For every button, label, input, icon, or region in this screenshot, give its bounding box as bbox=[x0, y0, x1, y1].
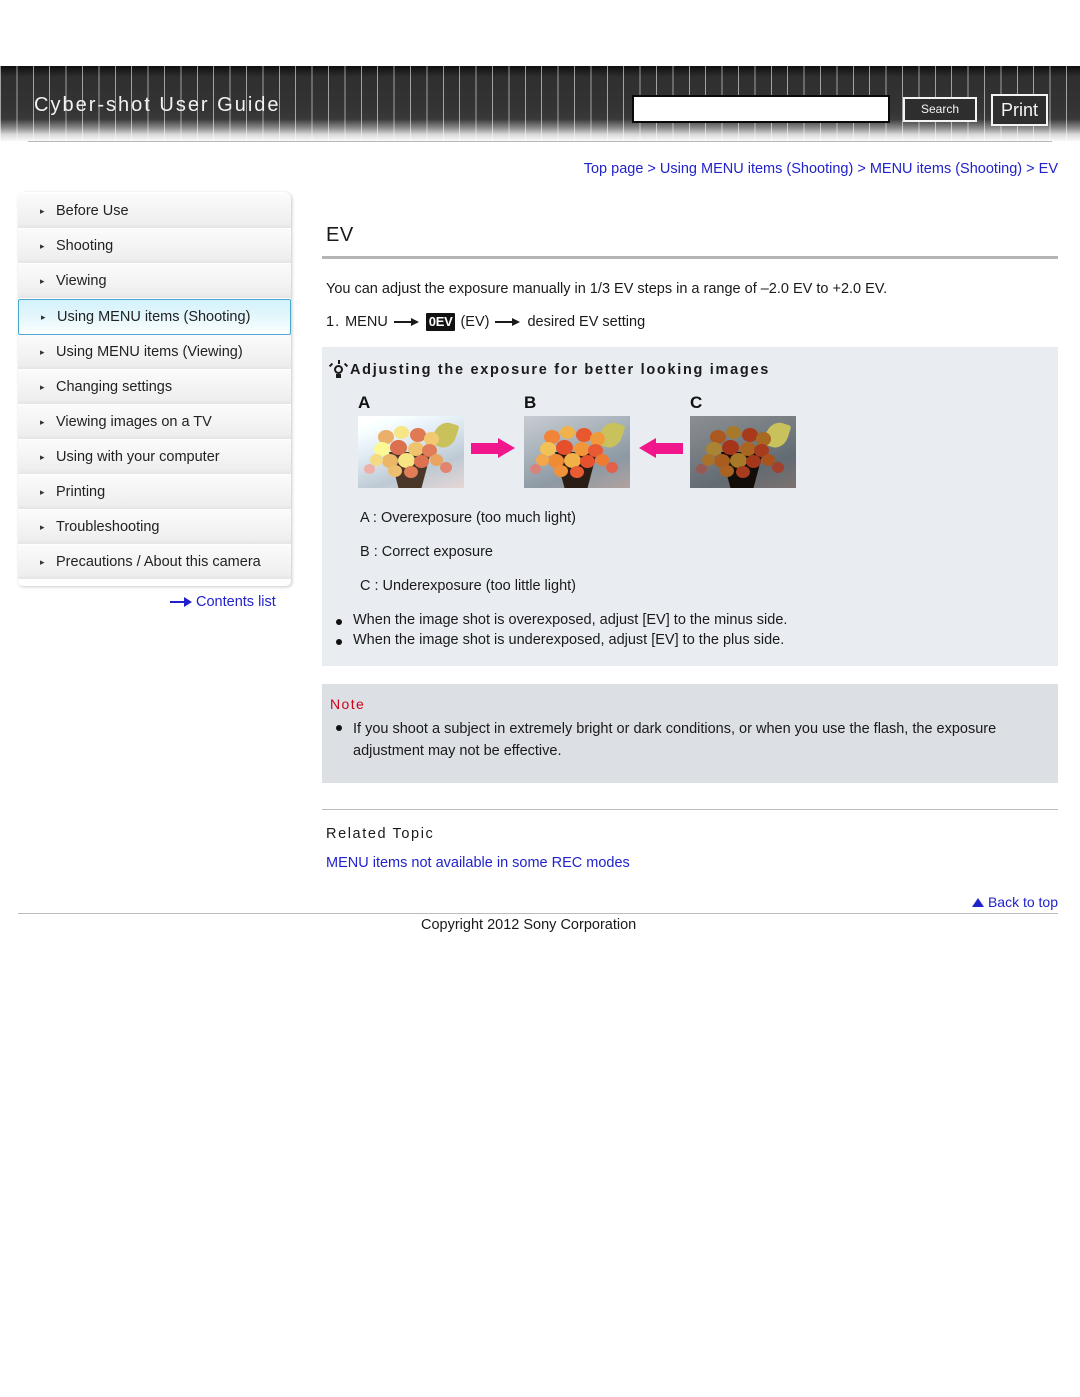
sidebar-item-label: Viewing bbox=[56, 273, 107, 289]
exposure-legend: A : Overexposure (too much light) B : Cor… bbox=[360, 510, 1058, 594]
caret-right-icon: ▸ bbox=[40, 275, 45, 286]
page-title: EV bbox=[326, 224, 354, 246]
sidebar-item-label: Using with your computer bbox=[56, 449, 220, 465]
step-menu-label: MENU bbox=[345, 314, 388, 330]
tip-bullet-text: When the image shot is overexposed, adju… bbox=[353, 612, 788, 628]
sidebar-item-label: Precautions / About this camera bbox=[56, 554, 261, 570]
arrow-right-icon bbox=[495, 316, 521, 328]
search-button[interactable]: Search bbox=[903, 97, 977, 122]
caret-right-icon: ▸ bbox=[40, 416, 45, 427]
photo-letter-label: C bbox=[690, 393, 703, 412]
main-content: EV You can adjust the exposure manually … bbox=[322, 224, 1058, 910]
footer-divider bbox=[18, 913, 1058, 914]
back-to-top-link[interactable]: Back to top bbox=[971, 894, 1058, 910]
sidebar-item-label: Using MENU items (Shooting) bbox=[57, 309, 251, 325]
tip-heading: Adjusting the exposure for better lookin… bbox=[328, 360, 1058, 379]
caret-right-icon: ▸ bbox=[40, 486, 45, 497]
caret-right-icon: ▸ bbox=[40, 556, 45, 567]
sidebar-item-before-use[interactable]: ▸ Before Use bbox=[18, 194, 291, 229]
search-input[interactable] bbox=[632, 95, 890, 123]
arrow-right-icon bbox=[170, 597, 192, 607]
caret-right-icon: ▸ bbox=[40, 381, 45, 392]
contents-list-label: Contents list bbox=[196, 594, 276, 610]
step-number: 1. bbox=[326, 314, 341, 330]
exposure-photo-a: A bbox=[358, 393, 464, 488]
ev-icon: 0EV bbox=[425, 313, 456, 331]
sidebar-item-label: Troubleshooting bbox=[56, 519, 160, 535]
sidebar-item-viewing[interactable]: ▸ Viewing bbox=[18, 264, 291, 299]
triangle-up-icon bbox=[971, 897, 984, 907]
bullet-dot-icon bbox=[336, 725, 342, 731]
exposure-photo-b: B bbox=[524, 393, 630, 488]
related-topic-title: Related Topic bbox=[326, 825, 435, 842]
site-title: Cyber-shot User Guide bbox=[34, 94, 281, 116]
step-line: 1. MENU 0EV (EV) desired EV setting bbox=[326, 313, 1058, 331]
caret-right-icon: ▸ bbox=[40, 240, 45, 251]
title-divider bbox=[322, 256, 1058, 259]
sidebar-item-label: Shooting bbox=[56, 238, 114, 254]
breadcrumb[interactable]: Top page > Using MENU items (Shooting) >… bbox=[0, 161, 1058, 177]
sidebar-item-shooting[interactable]: ▸ Shooting bbox=[18, 229, 291, 264]
sidebar-item-troubleshooting[interactable]: ▸ Troubleshooting bbox=[18, 510, 291, 545]
tip-heading-label: Adjusting the exposure for better lookin… bbox=[350, 362, 770, 378]
sidebar-item-precautions-about-this-camera[interactable]: ▸ Precautions / About this camera bbox=[18, 545, 291, 580]
caret-right-icon: ▸ bbox=[40, 451, 45, 462]
sidebar-item-label: Viewing images on a TV bbox=[56, 414, 212, 430]
flower-photo-image bbox=[524, 416, 630, 488]
flower-photo-image bbox=[690, 416, 796, 488]
step-setting-label: desired EV setting bbox=[527, 314, 646, 330]
sidebar-item-printing[interactable]: ▸ Printing bbox=[18, 475, 291, 510]
arrow-right-icon bbox=[393, 316, 420, 328]
arrow-right-pink-icon bbox=[471, 437, 517, 458]
note-bullet-text: If you shoot a subject in extremely brig… bbox=[353, 721, 997, 760]
print-button[interactable]: Print bbox=[991, 94, 1048, 126]
tip-bullet-text: When the image shot is underexposed, adj… bbox=[353, 632, 785, 648]
sidebar-item-changing-settings[interactable]: ▸ Changing settings bbox=[18, 370, 291, 405]
contents-list-link[interactable]: Contents list bbox=[170, 594, 276, 610]
sidebar-nav: ▸ Before Use ▸ Shooting ▸ Viewing ▸ Using MENU … bbox=[18, 192, 291, 586]
lightbulb-icon bbox=[328, 360, 349, 379]
exposure-comparison-images: A B C bbox=[358, 393, 1058, 488]
exposure-legend-line: A : Overexposure (too much light) bbox=[360, 510, 576, 526]
related-topic-link[interactable]: MENU items not available in some REC mod… bbox=[326, 855, 630, 871]
related-link-list: MENU items not available in some REC mod… bbox=[322, 854, 1058, 872]
caret-right-icon: ▸ bbox=[40, 205, 45, 216]
caret-right-icon: ▸ bbox=[41, 311, 46, 322]
note-bullet-list: If you shoot a subject in extremely brig… bbox=[330, 718, 1030, 763]
sidebar-item-label: Before Use bbox=[56, 203, 129, 219]
tip-bullet-item: When the image shot is underexposed, adj… bbox=[330, 632, 1058, 648]
sidebar-item-label: Printing bbox=[56, 484, 106, 500]
exposure-legend-line: B : Correct exposure bbox=[360, 544, 493, 560]
sidebar-item-using-menu-items-viewing[interactable]: ▸ Using MENU items (Viewing) bbox=[18, 335, 291, 370]
bullet-dot-icon bbox=[336, 639, 342, 645]
tip-bullet-item: When the image shot is overexposed, adju… bbox=[330, 612, 1058, 628]
sidebar-item-label: Changing settings bbox=[56, 379, 173, 395]
caret-right-icon: ▸ bbox=[40, 346, 45, 357]
photo-letter-label: B bbox=[524, 393, 537, 412]
step-ev-label: (EV) bbox=[460, 314, 490, 330]
header-underline bbox=[28, 141, 1052, 142]
sidebar-item-using-menu-items-shooting[interactable]: ▸ Using MENU items (Shooting) bbox=[18, 299, 291, 335]
note-title: Note bbox=[330, 696, 366, 712]
copyright-text: Copyright 2012 Sony Corporation bbox=[421, 917, 637, 933]
sidebar-item-using-with-your-computer[interactable]: ▸ Using with your computer bbox=[18, 440, 291, 475]
note-bullet-item: If you shoot a subject in extremely brig… bbox=[330, 718, 1030, 763]
sidebar-item-label: Using MENU items (Viewing) bbox=[56, 344, 243, 360]
note-panel: Note If you shoot a subject in extremely… bbox=[322, 684, 1058, 783]
exposure-photo-c: C bbox=[690, 393, 796, 488]
sidebar-item-viewing-images-on-a-tv[interactable]: ▸ Viewing images on a TV bbox=[18, 405, 291, 440]
related-divider bbox=[322, 808, 1058, 810]
bullet-dot-icon bbox=[336, 619, 342, 625]
tip-bullet-list: When the image shot is overexposed, adju… bbox=[330, 612, 1058, 648]
intro-paragraph: You can adjust the exposure manually in … bbox=[326, 281, 888, 297]
back-to-top-label: Back to top bbox=[987, 894, 1058, 910]
photo-letter-label: A bbox=[358, 393, 371, 412]
flower-photo-image bbox=[358, 416, 464, 488]
exposure-legend-line: C : Underexposure (too little light) bbox=[360, 578, 576, 594]
tip-panel: Adjusting the exposure for better lookin… bbox=[322, 347, 1058, 666]
arrow-left-pink-icon bbox=[637, 437, 683, 458]
caret-right-icon: ▸ bbox=[40, 521, 45, 532]
